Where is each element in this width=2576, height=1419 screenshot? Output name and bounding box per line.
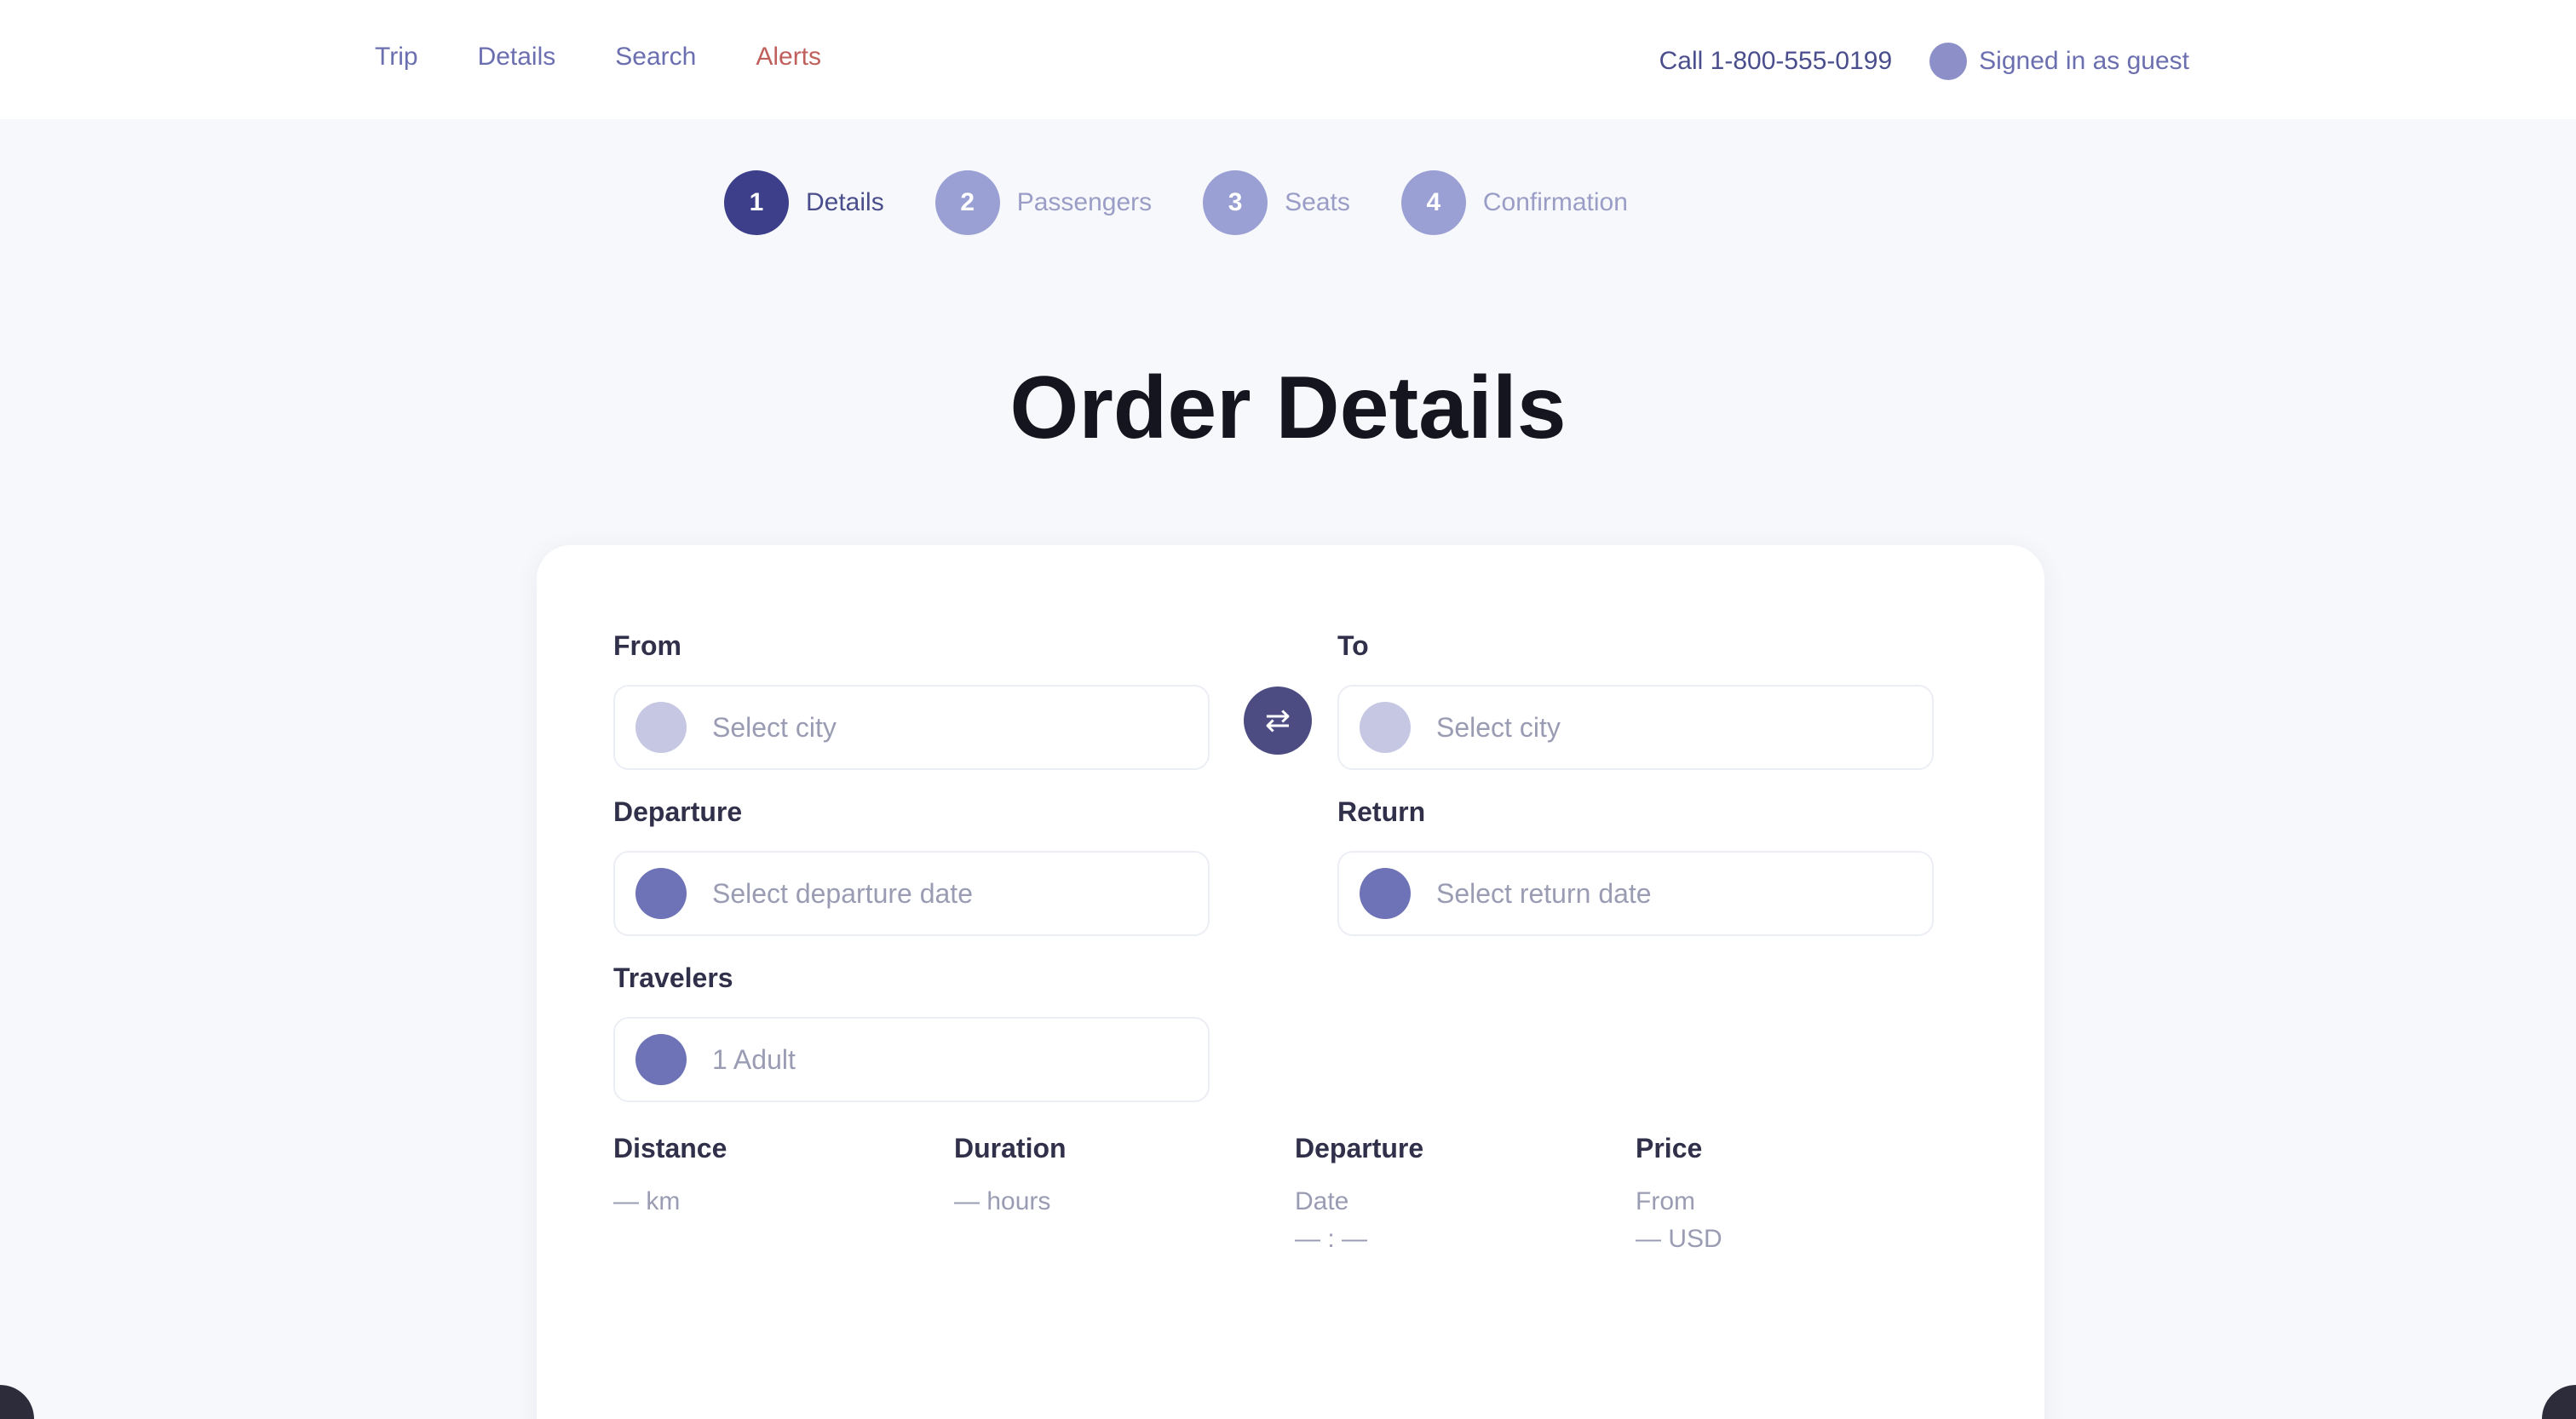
summary-value: — : — bbox=[1295, 1225, 1368, 1253]
step-label: Confirmation bbox=[1482, 188, 1628, 216]
summary-value: — hours bbox=[954, 1187, 1051, 1215]
departure-value: Select departure date bbox=[712, 877, 973, 909]
step-label: Seats bbox=[1285, 188, 1350, 216]
from-value: Select city bbox=[712, 711, 837, 743]
return-label: Return bbox=[1337, 796, 1426, 827]
departure-label: Departure bbox=[613, 796, 743, 827]
location-pin-icon bbox=[1360, 702, 1411, 753]
step-number: 4 bbox=[1400, 170, 1466, 235]
travelers-value: 1 Adult bbox=[712, 1043, 796, 1075]
summary-value: Date bbox=[1295, 1187, 1349, 1215]
return-date-input[interactable]: Select return date bbox=[1337, 851, 1934, 936]
step-seats[interactable]: 3 Seats bbox=[1203, 170, 1350, 235]
nav-link-alerts[interactable]: Alerts bbox=[756, 43, 821, 72]
swap-icon: ⇄ bbox=[1264, 703, 1291, 738]
summary-heading: Departure bbox=[1295, 1133, 1424, 1163]
swap-cities-button[interactable]: ⇄ bbox=[1244, 687, 1312, 755]
summary-value: — USD bbox=[1636, 1225, 1722, 1253]
step-label: Passengers bbox=[1016, 188, 1153, 216]
summary-duration: Duration — hours bbox=[954, 1133, 1295, 1258]
travelers-label: Travelers bbox=[613, 962, 733, 993]
nav-links: Trip Details Search Alerts bbox=[375, 43, 821, 72]
calendar-icon bbox=[1360, 868, 1411, 919]
nav-right: Call 1-800-555-0199 Signed in as guest bbox=[1659, 37, 2201, 85]
trip-summary: Distance — km Duration — hours Departure… bbox=[613, 1133, 1976, 1258]
summary-heading: Duration bbox=[954, 1133, 1067, 1163]
summary-value: — km bbox=[613, 1187, 681, 1215]
summary-price: Price From — USD bbox=[1636, 1133, 1976, 1258]
top-navigation: Trip Details Search Alerts Call 1-800-55… bbox=[0, 0, 2576, 119]
nav-link-search[interactable]: Search bbox=[615, 43, 696, 72]
from-field: From Select city bbox=[613, 630, 1210, 770]
return-value: Select return date bbox=[1436, 877, 1652, 909]
to-label: To bbox=[1337, 630, 1369, 661]
step-number: 1 bbox=[724, 170, 789, 235]
to-value: Select city bbox=[1436, 711, 1561, 743]
nav-link-trip[interactable]: Trip bbox=[375, 43, 418, 72]
window-corner bbox=[0, 1385, 34, 1419]
to-field: To Select city bbox=[1337, 630, 1934, 770]
summary-departure: Departure Date — : — bbox=[1295, 1133, 1636, 1258]
location-pin-icon bbox=[635, 702, 687, 753]
travelers-input[interactable]: 1 Adult bbox=[613, 1017, 1210, 1102]
step-details[interactable]: 1 Details bbox=[724, 170, 884, 235]
return-field: Return Select return date bbox=[1337, 796, 1934, 936]
step-label: Details bbox=[806, 188, 884, 216]
step-number: 3 bbox=[1203, 170, 1268, 235]
travelers-field: Travelers 1 Adult bbox=[613, 962, 1210, 1102]
account-button[interactable]: Signed in as guest bbox=[1918, 37, 2201, 85]
progress-stepper: 1 Details 2 Passengers 3 Seats 4 Confirm… bbox=[724, 170, 1628, 235]
from-label: From bbox=[613, 630, 681, 661]
nav-link-details[interactable]: Details bbox=[478, 43, 556, 72]
departure-date-input[interactable]: Select departure date bbox=[613, 851, 1210, 936]
calendar-icon bbox=[635, 868, 687, 919]
departure-field: Departure Select departure date bbox=[613, 796, 1210, 936]
window-corner bbox=[2542, 1385, 2576, 1419]
summary-heading: Distance bbox=[613, 1133, 727, 1163]
summary-heading: Price bbox=[1636, 1133, 1703, 1163]
contact-link[interactable]: Call 1-800-555-0199 bbox=[1659, 47, 1893, 76]
step-number: 2 bbox=[934, 170, 1000, 235]
page-title: Order Details bbox=[1009, 359, 1567, 457]
step-passengers[interactable]: 2 Passengers bbox=[934, 170, 1153, 235]
step-confirmation[interactable]: 4 Confirmation bbox=[1400, 170, 1628, 235]
account-label: Signed in as guest bbox=[1979, 47, 2189, 75]
user-icon bbox=[635, 1034, 687, 1085]
user-avatar-icon bbox=[1929, 43, 1968, 80]
summary-value: From bbox=[1636, 1187, 1695, 1215]
summary-distance: Distance — km bbox=[613, 1133, 954, 1258]
to-input[interactable]: Select city bbox=[1337, 685, 1934, 770]
from-input[interactable]: Select city bbox=[613, 685, 1210, 770]
